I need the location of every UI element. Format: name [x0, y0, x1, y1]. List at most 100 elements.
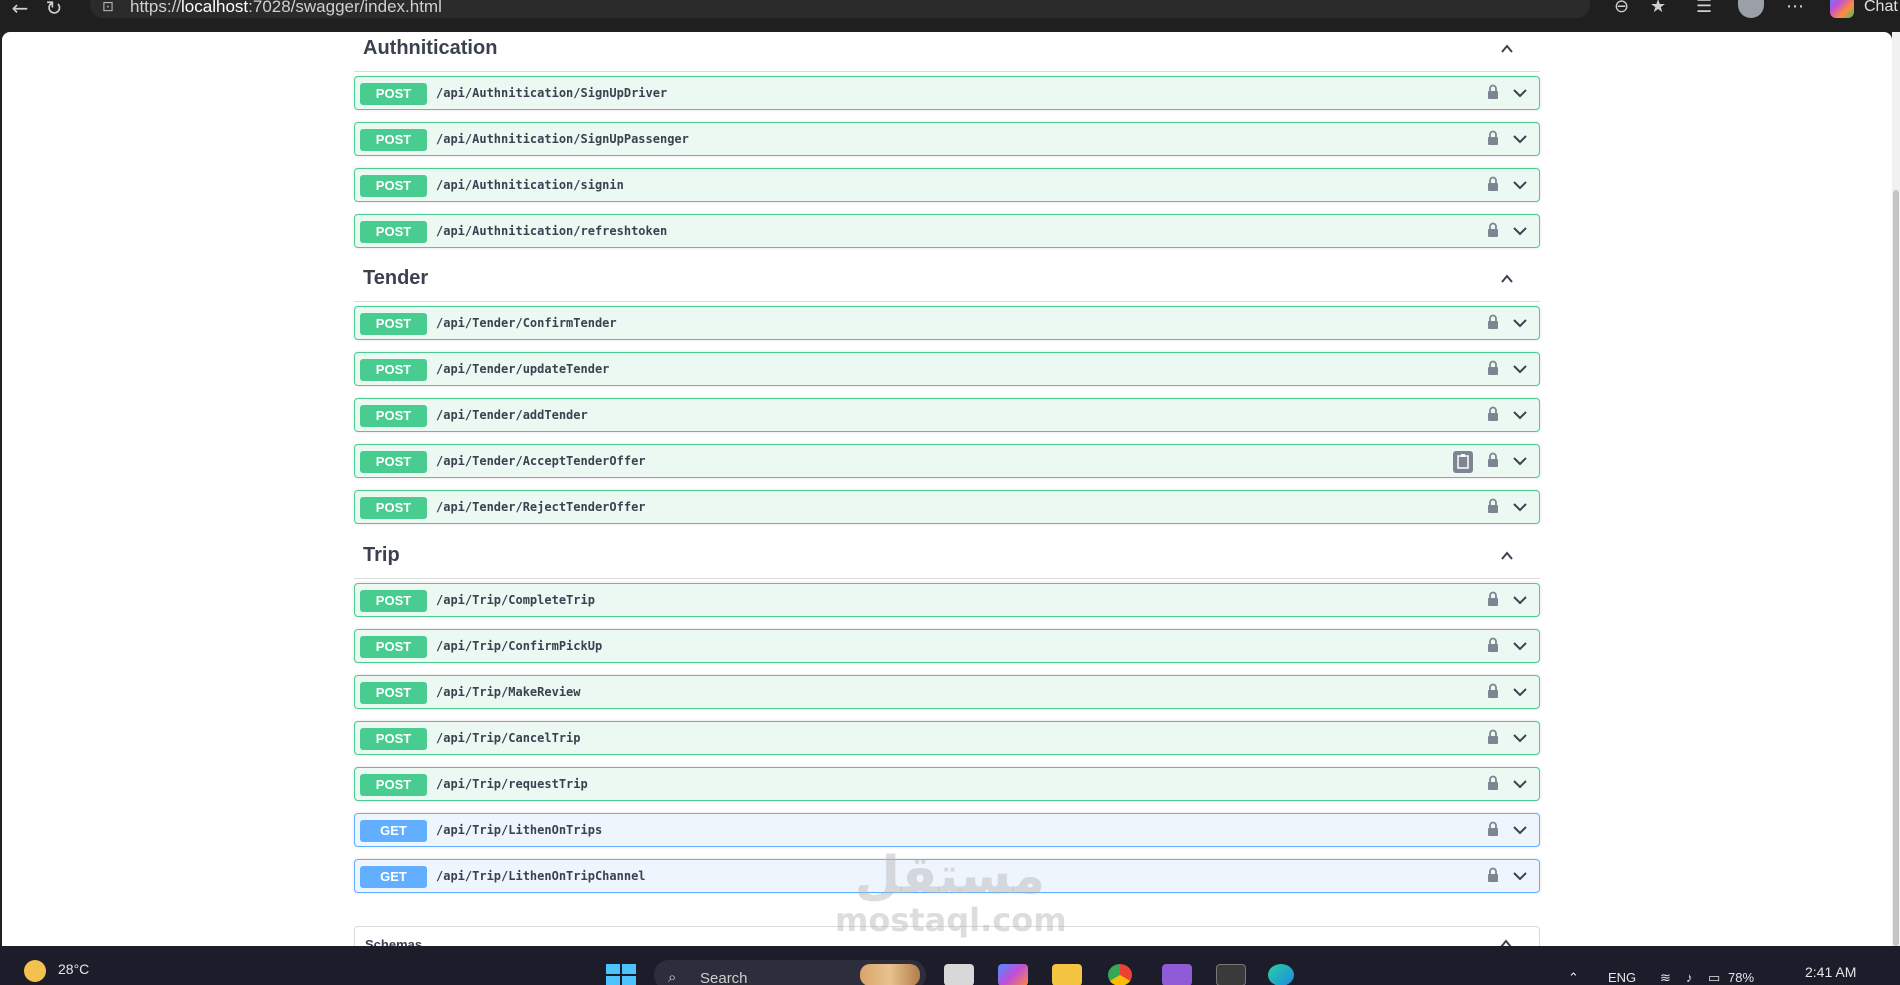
operation-row[interactable]: POST/api/Trip/CompleteTrip: [354, 583, 1540, 617]
weather-temperature[interactable]: 28°C: [58, 961, 89, 977]
operation-row[interactable]: POST/api/Tender/ConfirmTender: [354, 306, 1540, 340]
search-icon: ⌕: [668, 968, 677, 985]
terminal-icon[interactable]: [1216, 964, 1246, 985]
expand-chevron-down-icon[interactable]: [1511, 361, 1529, 377]
authorization-lock-icon[interactable]: [1487, 360, 1499, 376]
weather-moon-icon[interactable]: [24, 960, 46, 982]
collapse-chevron-up-icon[interactable]: [1500, 549, 1514, 563]
zoom-icon[interactable]: ⊖: [1614, 0, 1629, 16]
taskbar-search-placeholder[interactable]: Search: [700, 970, 748, 985]
copilot-icon[interactable]: [1830, 0, 1854, 18]
expand-chevron-down-icon[interactable]: [1511, 822, 1529, 838]
tag-header[interactable]: Authnitication: [354, 32, 1540, 72]
authorization-lock-icon[interactable]: [1487, 683, 1499, 699]
authorization-lock-icon[interactable]: [1487, 314, 1499, 330]
endpoint-path: /api/Trip/ConfirmPickUp: [436, 639, 603, 653]
endpoint-path: /api/Trip/LithenOnTripChannel: [436, 869, 646, 883]
http-method-badge: POST: [360, 682, 427, 704]
operation-row[interactable]: POST/api/Tender/addTender: [354, 398, 1540, 432]
reload-icon[interactable]: ↻: [40, 0, 68, 18]
authorization-lock-icon[interactable]: [1487, 821, 1499, 837]
tag-header[interactable]: Tender: [354, 262, 1540, 302]
collapse-chevron-up-icon[interactable]: [1500, 272, 1514, 286]
operation-row[interactable]: POST/api/Tender/updateTender: [354, 352, 1540, 386]
authorization-lock-icon[interactable]: [1487, 452, 1499, 468]
expand-chevron-down-icon[interactable]: [1511, 638, 1529, 654]
operation-row[interactable]: POST/api/Trip/requestTrip: [354, 767, 1540, 801]
expand-chevron-down-icon[interactable]: [1511, 131, 1529, 147]
expand-chevron-down-icon[interactable]: [1511, 85, 1529, 101]
authorization-lock-icon[interactable]: [1487, 867, 1499, 883]
authorization-lock-icon[interactable]: [1487, 130, 1499, 146]
expand-chevron-down-icon[interactable]: [1511, 177, 1529, 193]
authorization-lock-icon[interactable]: [1487, 775, 1499, 791]
more-options-icon[interactable]: ⋯: [1786, 0, 1804, 16]
authorization-lock-icon[interactable]: [1487, 176, 1499, 192]
windows-taskbar: 28°C ⌕ Search ⌃ ENG ≋ ♪ ▭ 78% 2:41 AM: [0, 946, 1900, 985]
operation-row[interactable]: POST/api/Authnitication/refreshtoken: [354, 214, 1540, 248]
http-method-badge: POST: [360, 175, 427, 197]
volume-icon[interactable]: ♪: [1686, 970, 1693, 985]
favorite-star-icon[interactable]: ★: [1650, 0, 1666, 16]
copilot-app-icon[interactable]: [998, 964, 1028, 985]
file-explorer-icon[interactable]: [1052, 964, 1082, 985]
endpoint-path: /api/Trip/requestTrip: [436, 777, 588, 791]
endpoint-path: /api/Authnitication/SignUpPassenger: [436, 132, 689, 146]
language-indicator[interactable]: ENG: [1608, 970, 1636, 985]
authorization-lock-icon[interactable]: [1487, 84, 1499, 100]
profile-avatar-icon[interactable]: [1738, 0, 1764, 18]
expand-chevron-down-icon[interactable]: [1511, 684, 1529, 700]
expand-chevron-down-icon[interactable]: [1511, 223, 1529, 239]
tag-header[interactable]: Trip: [354, 539, 1540, 579]
page-scrollbar-thumb[interactable]: [1893, 190, 1899, 946]
operation-row[interactable]: POST/api/Authnitication/SignUpDriver: [354, 76, 1540, 110]
operation-row[interactable]: POST/api/Authnitication/SignUpPassenger: [354, 122, 1540, 156]
visual-studio-icon[interactable]: [1162, 964, 1192, 985]
authorization-lock-icon[interactable]: [1487, 637, 1499, 653]
operation-row[interactable]: POST/api/Authnitication/signin: [354, 168, 1540, 202]
expand-chevron-down-icon[interactable]: [1511, 776, 1529, 792]
endpoint-path: /api/Trip/CancelTrip: [436, 731, 581, 745]
http-method-badge: POST: [360, 774, 427, 796]
authorization-lock-icon[interactable]: [1487, 406, 1499, 422]
operation-row[interactable]: POST/api/Trip/CancelTrip: [354, 721, 1540, 755]
wifi-icon[interactable]: ≋: [1660, 970, 1671, 985]
chrome-icon[interactable]: [1108, 964, 1132, 985]
endpoint-path: /api/Authnitication/signin: [436, 178, 624, 192]
file-app-icon[interactable]: [944, 964, 974, 985]
tag-title: Tender: [363, 267, 429, 289]
collapse-chevron-up-icon[interactable]: [1500, 42, 1514, 56]
edge-icon[interactable]: [1268, 964, 1294, 985]
tray-chevron-icon[interactable]: ⌃: [1568, 970, 1579, 985]
schemas-collapse-icon[interactable]: [1499, 937, 1513, 946]
expand-chevron-down-icon[interactable]: [1511, 730, 1529, 746]
battery-icon[interactable]: ▭: [1708, 970, 1720, 985]
expand-chevron-down-icon[interactable]: [1511, 315, 1529, 331]
expand-chevron-down-icon[interactable]: [1511, 868, 1529, 884]
authorization-lock-icon[interactable]: [1487, 222, 1499, 238]
authorization-lock-icon[interactable]: [1487, 729, 1499, 745]
windows-start-icon[interactable]: [606, 964, 636, 985]
authorization-lock-icon[interactable]: [1487, 498, 1499, 514]
tag-section-authnitication: Authnitication POST/api/Authnitication/Si…: [354, 32, 1540, 260]
favorites-list-icon[interactable]: ☰: [1696, 0, 1712, 16]
site-info-icon[interactable]: ⊡: [102, 0, 114, 14]
http-method-badge: POST: [360, 129, 427, 151]
expand-chevron-down-icon[interactable]: [1511, 592, 1529, 608]
operation-row[interactable]: GET/api/Trip/LithenOnTrips: [354, 813, 1540, 847]
expand-chevron-down-icon[interactable]: [1511, 407, 1529, 423]
operation-row[interactable]: POST/api/Trip/ConfirmPickUp: [354, 629, 1540, 663]
operation-row[interactable]: POST/api/Tender/RejectTenderOffer: [354, 490, 1540, 524]
copy-to-clipboard-icon[interactable]: [1453, 451, 1473, 473]
battery-percent[interactable]: 78%: [1728, 970, 1754, 985]
operation-row[interactable]: POST/api/Tender/AcceptTenderOffer: [354, 444, 1540, 478]
authorization-lock-icon[interactable]: [1487, 591, 1499, 607]
operation-row[interactable]: POST/api/Trip/MakeReview: [354, 675, 1540, 709]
endpoint-path: /api/Trip/LithenOnTrips: [436, 823, 603, 837]
back-arrow-icon[interactable]: ←: [6, 0, 34, 18]
chat-button[interactable]: Chat: [1864, 0, 1898, 16]
expand-chevron-down-icon[interactable]: [1511, 499, 1529, 515]
expand-chevron-down-icon[interactable]: [1511, 453, 1529, 469]
url-text[interactable]: https://localhost:7028/swagger/index.htm…: [130, 0, 442, 17]
taskbar-clock[interactable]: 2:41 AM: [1805, 964, 1856, 980]
